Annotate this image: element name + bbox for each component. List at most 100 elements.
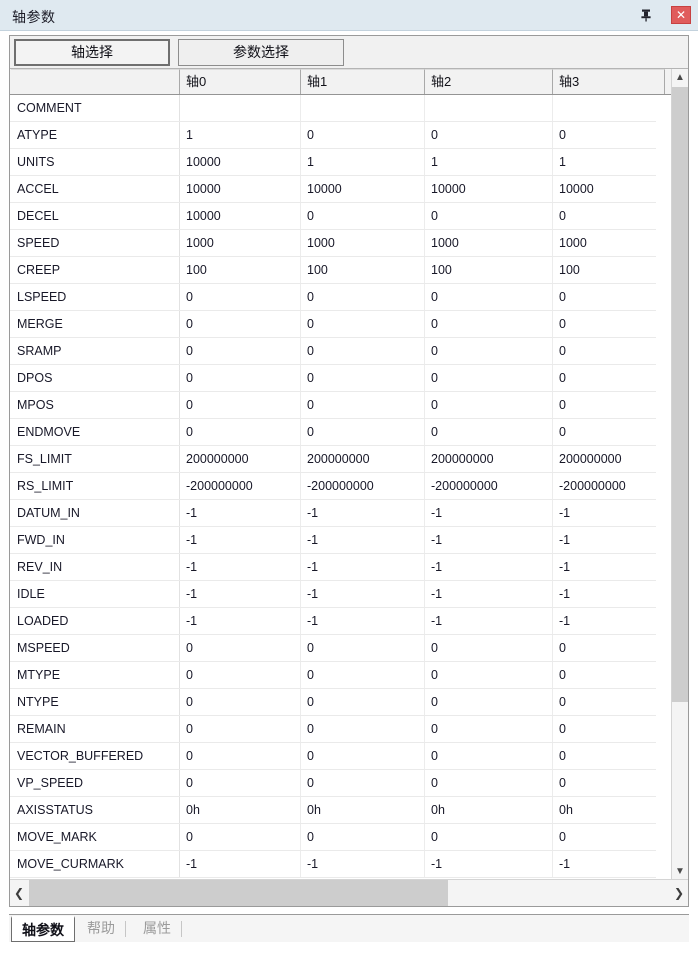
table-row[interactable]: MOVE_MARK 0 0 0 0: [10, 824, 656, 851]
param-value-cell[interactable]: 0: [425, 392, 553, 418]
table-row[interactable]: LSPEED 0 0 0 0: [10, 284, 656, 311]
param-value-cell[interactable]: 1000: [180, 230, 301, 256]
scroll-up-arrow-icon[interactable]: ▲: [672, 69, 688, 86]
table-row[interactable]: ACCEL 10000 10000 10000 10000: [10, 176, 656, 203]
param-value-cell[interactable]: -1: [180, 581, 301, 607]
param-value-cell[interactable]: -1: [301, 851, 425, 877]
param-value-cell[interactable]: 0: [553, 311, 656, 337]
param-value-cell[interactable]: 0h: [301, 797, 425, 823]
param-value-cell[interactable]: 0: [553, 392, 656, 418]
param-value-cell[interactable]: 0: [301, 203, 425, 229]
param-value-cell[interactable]: 200000000: [425, 446, 553, 472]
tab-0[interactable]: 轴参数: [11, 916, 75, 942]
param-value-cell[interactable]: -200000000: [301, 473, 425, 499]
param-value-cell[interactable]: 0: [180, 338, 301, 364]
param-value-cell[interactable]: -200000000: [425, 473, 553, 499]
param-value-cell[interactable]: 0h: [553, 797, 656, 823]
param-value-cell[interactable]: 0: [553, 419, 656, 445]
param-value-cell[interactable]: 200000000: [553, 446, 656, 472]
vertical-scrollbar-thumb[interactable]: [672, 87, 688, 702]
param-value-cell[interactable]: 0: [301, 635, 425, 661]
param-value-cell[interactable]: 0: [301, 743, 425, 769]
param-value-cell[interactable]: 0: [425, 338, 553, 364]
param-value-cell[interactable]: 0: [301, 662, 425, 688]
tab-2[interactable]: 属性: [133, 916, 181, 942]
param-value-cell[interactable]: -1: [425, 500, 553, 526]
param-value-cell[interactable]: -1: [553, 527, 656, 553]
param-value-cell[interactable]: [425, 95, 553, 121]
param-value-cell[interactable]: 0: [553, 824, 656, 850]
param-value-cell[interactable]: 0: [180, 284, 301, 310]
param-value-cell[interactable]: 0: [425, 203, 553, 229]
param-value-cell[interactable]: -1: [553, 851, 656, 877]
table-row[interactable]: AXISSTATUS 0h 0h 0h 0h: [10, 797, 656, 824]
param-value-cell[interactable]: 0h: [180, 797, 301, 823]
table-row[interactable]: MPOS 0 0 0 0: [10, 392, 656, 419]
table-row[interactable]: IDLE -1 -1 -1 -1: [10, 581, 656, 608]
param-value-cell[interactable]: 0: [553, 716, 656, 742]
table-row[interactable]: UNITS 10000 1 1 1: [10, 149, 656, 176]
table-row[interactable]: DECEL 10000 0 0 0: [10, 203, 656, 230]
scroll-right-arrow-icon[interactable]: ❯: [670, 880, 688, 906]
table-row[interactable]: NTYPE 0 0 0 0: [10, 689, 656, 716]
table-row[interactable]: FWD_IN -1 -1 -1 -1: [10, 527, 656, 554]
param-value-cell[interactable]: 10000: [180, 176, 301, 202]
param-value-cell[interactable]: 0: [180, 635, 301, 661]
param-value-cell[interactable]: -1: [301, 554, 425, 580]
param-value-cell[interactable]: 0: [180, 689, 301, 715]
param-value-cell[interactable]: 0: [425, 662, 553, 688]
param-value-cell[interactable]: -1: [425, 554, 553, 580]
vertical-scrollbar[interactable]: ▲ ▼: [671, 69, 688, 880]
param-value-cell[interactable]: 0: [180, 770, 301, 796]
param-value-cell[interactable]: 100: [425, 257, 553, 283]
param-value-cell[interactable]: 0: [553, 338, 656, 364]
param-value-cell[interactable]: 0: [553, 122, 656, 148]
scroll-down-arrow-icon[interactable]: ▼: [672, 863, 688, 880]
param-value-cell[interactable]: -1: [553, 581, 656, 607]
param-value-cell[interactable]: -1: [301, 581, 425, 607]
param-value-cell[interactable]: 0: [425, 716, 553, 742]
param-value-cell[interactable]: 1: [425, 149, 553, 175]
param-value-cell[interactable]: -1: [425, 527, 553, 553]
param-value-cell[interactable]: -1: [553, 500, 656, 526]
param-value-cell[interactable]: 0: [425, 284, 553, 310]
param-value-cell[interactable]: -1: [553, 554, 656, 580]
table-row[interactable]: ENDMOVE 0 0 0 0: [10, 419, 656, 446]
param-value-cell[interactable]: 0: [553, 743, 656, 769]
param-value-cell[interactable]: -1: [180, 500, 301, 526]
param-value-cell[interactable]: 10000: [425, 176, 553, 202]
param-value-cell[interactable]: 10000: [180, 203, 301, 229]
param-value-cell[interactable]: 1000: [301, 230, 425, 256]
param-value-cell[interactable]: -1: [553, 608, 656, 634]
tab-1[interactable]: 帮助: [77, 916, 125, 942]
table-row[interactable]: MTYPE 0 0 0 0: [10, 662, 656, 689]
param-value-cell[interactable]: 0: [553, 689, 656, 715]
pin-icon[interactable]: [638, 8, 654, 24]
param-value-cell[interactable]: -1: [180, 554, 301, 580]
param-value-cell[interactable]: 0: [301, 338, 425, 364]
param-value-cell[interactable]: 10000: [180, 149, 301, 175]
horizontal-scrollbar-thumb[interactable]: [29, 880, 448, 906]
param-value-cell[interactable]: 0: [553, 203, 656, 229]
param-value-cell[interactable]: 1000: [553, 230, 656, 256]
param-value-cell[interactable]: -1: [425, 581, 553, 607]
param-value-cell[interactable]: -1: [425, 608, 553, 634]
table-row[interactable]: LOADED -1 -1 -1 -1: [10, 608, 656, 635]
param-value-cell[interactable]: 0: [553, 770, 656, 796]
param-value-cell[interactable]: 0: [553, 662, 656, 688]
table-row[interactable]: REMAIN 0 0 0 0: [10, 716, 656, 743]
table-row[interactable]: CREEP 100 100 100 100: [10, 257, 656, 284]
scroll-left-arrow-icon[interactable]: ❮: [10, 880, 28, 906]
table-row[interactable]: RS_LIMIT -200000000 -200000000 -200000000 -2…: [10, 473, 656, 500]
param-value-cell[interactable]: 0: [425, 824, 553, 850]
param-value-cell[interactable]: [180, 95, 301, 121]
param-value-cell[interactable]: 0: [301, 824, 425, 850]
table-row[interactable]: SRAMP 0 0 0 0: [10, 338, 656, 365]
column-header-axis-0[interactable]: 轴0: [180, 69, 301, 94]
param-value-cell[interactable]: 0: [180, 824, 301, 850]
param-value-cell[interactable]: 100: [180, 257, 301, 283]
param-value-cell[interactable]: 0: [180, 662, 301, 688]
param-value-cell[interactable]: 0: [425, 770, 553, 796]
param-value-cell[interactable]: [301, 95, 425, 121]
table-row[interactable]: MOVE_CURMARK -1 -1 -1 -1: [10, 851, 656, 878]
